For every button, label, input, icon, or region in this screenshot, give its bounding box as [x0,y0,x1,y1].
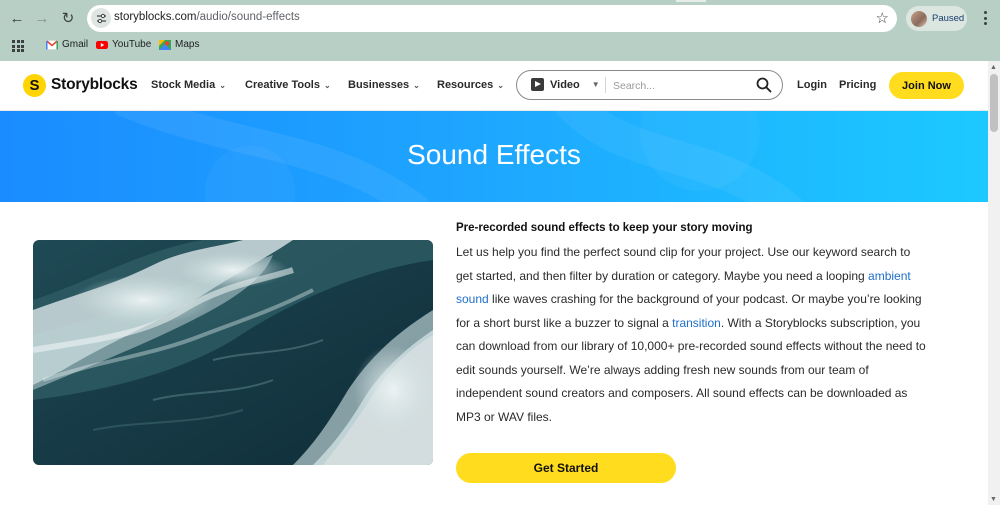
apps-grid-icon[interactable] [12,40,24,52]
intro-text-3: . With a Storyblocks subscription, you c… [456,315,926,424]
browser-chrome: ← → ↻ storyblocks.com/audio/sound-effect… [0,0,1000,61]
page-scrollbar[interactable]: ▲ ▼ [988,61,1000,505]
search-divider [605,77,606,93]
nav-resources[interactable]: Resources ⌄ [437,79,504,91]
logo-text[interactable]: Storyblocks [51,76,138,94]
bookmark-maps[interactable]: Maps [159,39,199,50]
media-type-label: Video [550,78,580,91]
scroll-thumb[interactable] [990,74,998,132]
pricing-link[interactable]: Pricing [839,79,876,91]
intro-paragraph: Let us help you find the perfect sound c… [456,241,926,429]
address-bar[interactable]: storyblocks.com/audio/sound-effects ☆ [87,5,897,32]
storyblocks-logo-icon[interactable]: S [23,74,46,97]
section-heading: Pre-recorded sound effects to keep your … [456,222,753,234]
address-bar-row: ← → ↻ storyblocks.com/audio/sound-effect… [0,5,1000,32]
nav-stock-media[interactable]: Stock Media ⌄ [151,79,226,91]
bookmark-label: Gmail [62,39,89,50]
get-started-button[interactable]: Get Started [456,453,676,483]
site-header: S Storyblocks Stock Media ⌄ Creative Tool… [0,61,988,111]
bookmark-label: YouTube [112,39,152,50]
site-info-icon[interactable] [91,8,111,28]
caret-down-icon: ▼ [591,80,600,89]
video-icon [531,78,544,91]
login-link[interactable]: Login [797,79,827,91]
url-host: storyblocks.com [114,11,197,23]
join-now-button[interactable]: Join Now [889,72,964,99]
forward-icon[interactable]: → [30,6,54,30]
chevron-down-icon: ⌄ [497,81,504,90]
bookmark-gmail[interactable]: Gmail [46,39,88,50]
nav-label: Businesses [348,79,410,91]
search-icon[interactable] [756,77,772,93]
tab-strip-edge [676,0,706,2]
nav-label: Resources [437,79,494,91]
profile-button[interactable]: Paused [906,6,967,31]
search-bar: Video ▼ [516,70,783,100]
maps-icon [159,39,171,50]
bookmark-youtube[interactable]: YouTube [96,39,151,50]
nav-label: Creative Tools [245,79,320,91]
profile-status: Paused [932,13,965,24]
browser-menu-icon[interactable] [978,9,992,27]
nav-businesses[interactable]: Businesses ⌄ [348,79,420,91]
chevron-down-icon: ⌄ [413,81,420,90]
search-input[interactable] [613,77,748,94]
nav-label: Stock Media [151,79,216,91]
chevron-down-icon: ⌄ [219,81,226,90]
media-type-select[interactable]: Video ▼ [531,78,600,91]
reload-icon[interactable]: ↻ [56,6,80,30]
back-icon[interactable]: ← [5,6,29,30]
scroll-down-icon[interactable]: ▼ [990,496,997,503]
bookmark-star-icon[interactable]: ☆ [876,9,889,27]
url-text: storyblocks.com/audio/sound-effects [114,11,300,23]
intro-text-1: Let us help you find the perfect sound c… [456,245,911,283]
youtube-icon [96,40,108,49]
url-path: /audio/sound-effects [196,11,300,23]
transition-link[interactable]: transition [672,316,721,330]
bookmark-label: Maps [175,39,200,50]
page-title: Sound Effects [407,139,581,170]
gmail-icon [46,39,58,50]
hero-banner: Sound Effects [0,111,988,202]
ocean-waves-image [33,240,433,465]
scroll-up-icon[interactable]: ▲ [990,64,997,71]
bookmarks-bar: Gmail YouTube Maps [0,37,1000,57]
avatar [911,10,927,27]
chevron-down-icon: ⌄ [324,81,331,90]
nav-creative-tools[interactable]: Creative Tools ⌄ [245,79,331,91]
